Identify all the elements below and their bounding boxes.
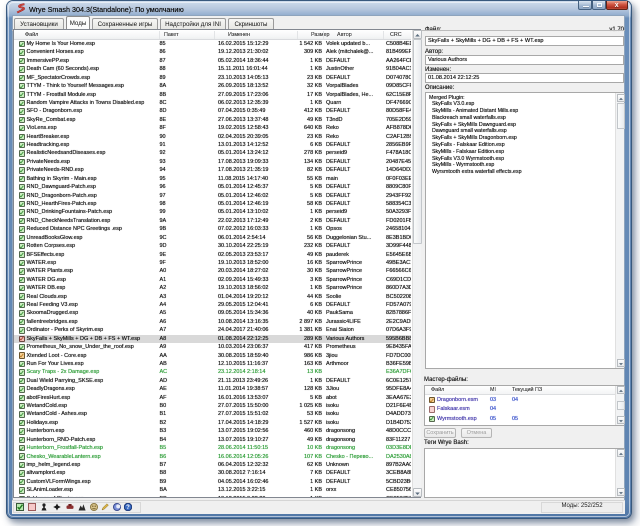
svg-text:?: ? — [126, 505, 130, 511]
